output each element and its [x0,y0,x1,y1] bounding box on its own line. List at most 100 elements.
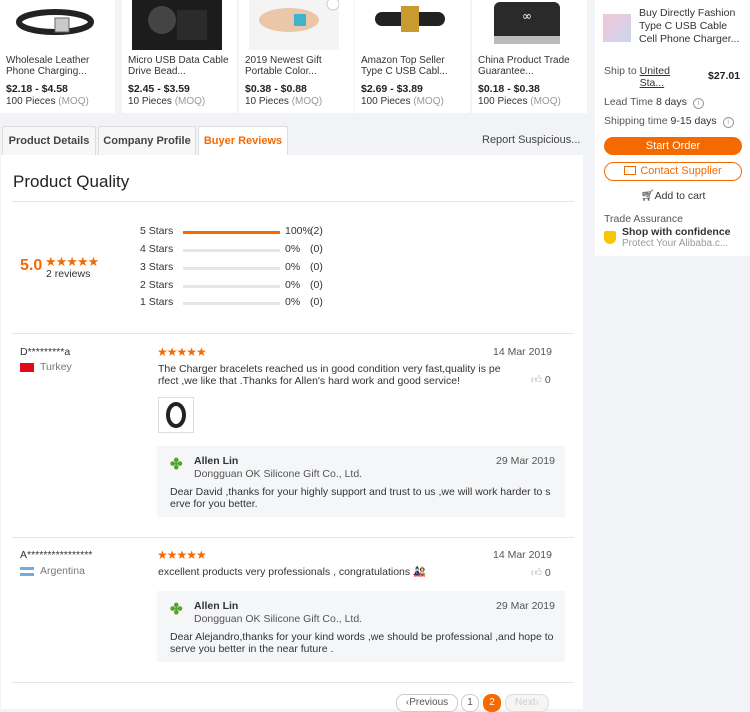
rating-percent: 0% [285,296,301,308]
turkey-flag-icon [20,363,34,372]
rating-count: (0) [310,243,323,255]
supplier-logo-icon: ✤ [170,456,183,473]
product-card[interactable]: 2019 Newest Gift Portable Color... $0.38… [239,0,354,113]
product-image[interactable] [10,0,100,50]
cart-icon: 🛒︎ [640,190,655,202]
product-title[interactable]: Wholesale Leather Phone Charging... [6,55,112,77]
product-title[interactable]: Amazon Top Seller Type C USB Cabl... [361,55,467,77]
tab-buyer-reviews[interactable]: Buyer Reviews [198,126,288,157]
tab-company-profile[interactable]: Company Profile [98,126,196,155]
review-photo[interactable] [158,397,194,433]
rating-percent: 0% [285,243,301,255]
mail-icon [624,165,637,175]
rating-count: (0) [310,261,323,273]
rating-bar-fill [183,231,280,234]
trade-assurance-label: Trade Assurance [604,213,683,225]
product-card[interactable]: Wholesale Leather Phone Charging... $2.1… [0,0,115,113]
info-icon[interactable]: i [722,117,734,128]
rating-bar-track [183,249,280,252]
product-title[interactable]: China Product Trade Guarantee... [478,55,584,77]
previous-page-button[interactable]: ‹Previous [396,694,458,712]
add-to-cart-label: Add to cart [654,190,706,202]
rating-percent: 0% [285,279,301,291]
contact-supplier-button[interactable]: Contact Supplier [604,162,742,181]
divider [12,537,574,538]
reply-author: Allen Lin [194,600,239,612]
rating-breakdown-row: 2 Stars 0% (0) [140,279,340,293]
chevron-right-icon: › [535,697,539,708]
product-moq: 100 Pieces (MOQ) [361,96,444,107]
review-stars: ★★★★★ [157,345,207,359]
product-image[interactable] [249,0,339,50]
previous-label: Previous [409,697,449,708]
next-page-button[interactable]: Next› [505,694,549,712]
reply-date: 29 Mar 2019 [496,455,555,467]
order-sidebar: Buy Directly Fashion Type C USB Cable Ce… [595,0,750,256]
product-price: $0.18 - $0.38 [478,83,540,95]
moq-label: (MOQ) [58,96,89,107]
tab-bar: Product Details Company Profile Buyer Re… [0,126,590,157]
protect-text[interactable]: Protect Your Alibaba.c... [622,238,728,249]
product-title[interactable]: 2019 Newest Gift Portable Color... [245,55,351,77]
add-to-cart-button[interactable]: 🛒︎Add to cart [604,189,742,202]
page-2-button[interactable]: 2 [483,694,501,712]
moq-qty: 10 Pieces [245,96,289,107]
product-moq: 10 Pieces (MOQ) [245,96,322,107]
sidebar-product-thumbnail[interactable] [603,14,631,42]
next-label: Next [515,697,536,708]
shield-icon [604,231,616,244]
moq-qty: 100 Pieces [6,96,56,107]
product-moq: 100 Pieces (MOQ) [6,96,89,107]
product-image[interactable] [132,0,222,50]
product-quality-heading: Product Quality [13,172,130,191]
report-suspicious-link[interactable]: Report Suspicious... [482,134,580,146]
sidebar-product-title[interactable]: Buy Directly Fashion Type C USB Cable Ce… [639,7,743,47]
tab-product-details[interactable]: Product Details [2,126,96,155]
moq-qty: 100 Pieces [361,96,411,107]
like-button[interactable]: 👍︎ 0 [531,373,551,386]
ship-to-country-link[interactable]: United Sta... [640,65,682,89]
ship-to-label: Ship to [604,65,637,77]
start-order-button[interactable]: Start Order [604,137,742,155]
rating-bar-track [183,231,280,234]
reply-date: 29 Mar 2019 [496,600,555,612]
rating-level-label: 4 Stars [140,243,174,255]
like-button[interactable]: 👍︎ 0 [531,566,551,579]
product-title[interactable]: Micro USB Data Cable Drive Bead... [128,55,234,77]
rating-breakdown-row: 3 Stars 0% (0) [140,261,340,275]
like-count: 0 [544,374,551,386]
reply-text: Dear Alejandro,thanks for your kind word… [170,631,554,655]
reply-text: Dear David ,thanks for your highly suppo… [170,486,551,510]
moq-label: (MOQ) [530,96,561,107]
argentina-flag-icon [20,567,34,576]
rating-breakdown-row: 1 Stars 0% (0) [140,296,340,310]
reviewer-name: D*********a [20,346,71,358]
review-stars: ★★★★★ [157,548,207,562]
rating-level-label: 5 Stars [140,225,174,237]
product-image[interactable]: ∞ [482,0,572,50]
product-moq: 10 Pieces (MOQ) [128,96,205,107]
rating-count: (2) [310,225,323,237]
contact-supplier-label: Contact Supplier [640,165,722,177]
product-image[interactable] [365,0,455,50]
seller-reply: ✤ Allen Lin Dongguan OK Silicone Gift Co… [157,446,565,517]
rating-level-label: 2 Stars [140,279,174,291]
product-price: $0.38 - $0.88 [245,83,307,95]
shipping-time-value: 9-15 days [670,115,717,127]
page-1-button[interactable]: 1 [461,694,479,712]
info-icon[interactable]: i [692,98,704,109]
product-card[interactable]: Amazon Top Seller Type C USB Cabl... $2.… [355,0,470,113]
rating-bar-track [183,285,280,288]
product-price: $2.69 - $3.89 [361,83,423,95]
rating-level-label: 3 Stars [140,261,174,273]
moq-label: (MOQ) [174,96,206,107]
moq-label: (MOQ) [291,96,323,107]
thumbs-up-icon: 👍︎ [531,374,542,386]
moq-qty: 10 Pieces [128,96,172,107]
product-card[interactable]: Micro USB Data Cable Drive Bead... $2.45… [122,0,237,113]
reviewer-name: A**************** [20,549,93,561]
reviewer-country: Argentina [40,565,85,577]
product-price: $2.18 - $4.58 [6,83,68,95]
product-card[interactable]: ∞ China Product Trade Guarantee... $0.18… [472,0,587,113]
lead-time-value: 8 days [655,96,687,108]
